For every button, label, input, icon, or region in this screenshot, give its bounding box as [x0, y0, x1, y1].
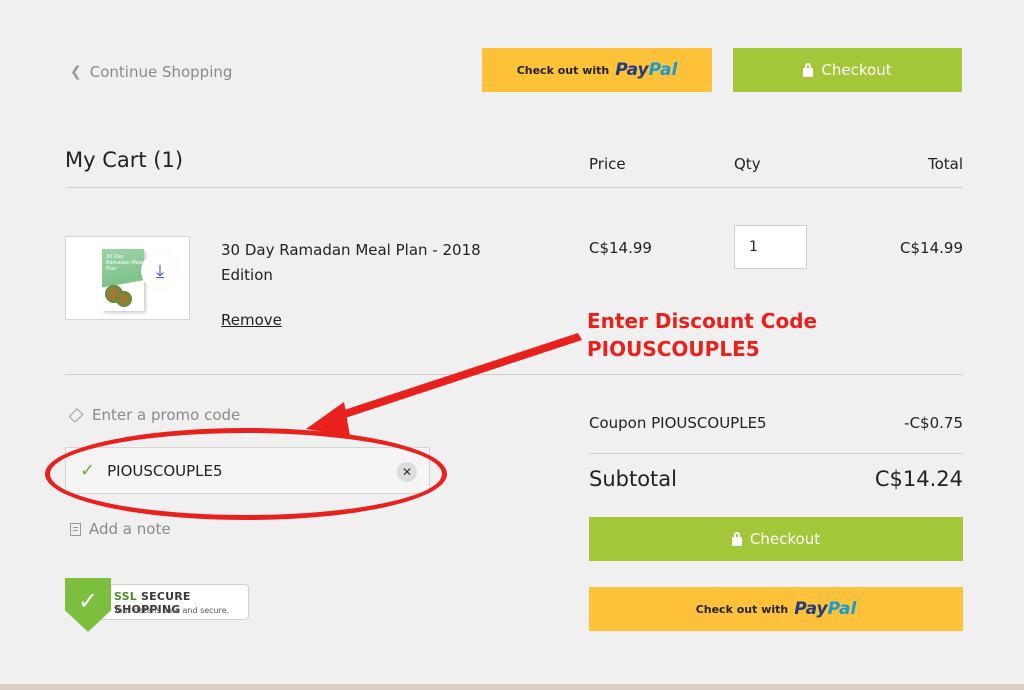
add-note-link[interactable]: Add a note — [70, 520, 171, 538]
paypal-checkout-button-bottom[interactable]: Check out with PayPal — [589, 587, 963, 631]
promo-code-label: Enter a promo code — [92, 406, 241, 424]
subtotal-value: C$14.24 — [874, 467, 963, 491]
page-bottom-border — [0, 684, 1024, 690]
checkout-label: Checkout — [749, 530, 821, 548]
ssl-badge-subtitle: Your data is safe and secure. — [114, 606, 230, 615]
coupon-value: -C$0.75 — [904, 414, 963, 432]
annotation-ellipse — [45, 428, 447, 520]
summary-divider — [589, 453, 963, 454]
paypal-logo: PayPal — [794, 599, 857, 619]
note-icon — [70, 522, 81, 536]
add-note-label: Add a note — [89, 520, 171, 538]
paypal-prefix: Check out with — [695, 602, 789, 616]
coupon-label: Coupon PIOUSCOUPLE5 — [589, 414, 767, 432]
lock-icon — [731, 531, 742, 546]
checkout-button-bottom[interactable]: Checkout — [589, 517, 963, 561]
shield-check-icon: ✓ — [65, 578, 111, 632]
subtotal-label: Subtotal — [589, 467, 677, 491]
ssl-secure-badge: SSL SECURE SHOPPING Your data is safe an… — [65, 578, 250, 633]
tag-icon — [68, 407, 84, 423]
promo-code-toggle[interactable]: Enter a promo code — [68, 406, 241, 424]
